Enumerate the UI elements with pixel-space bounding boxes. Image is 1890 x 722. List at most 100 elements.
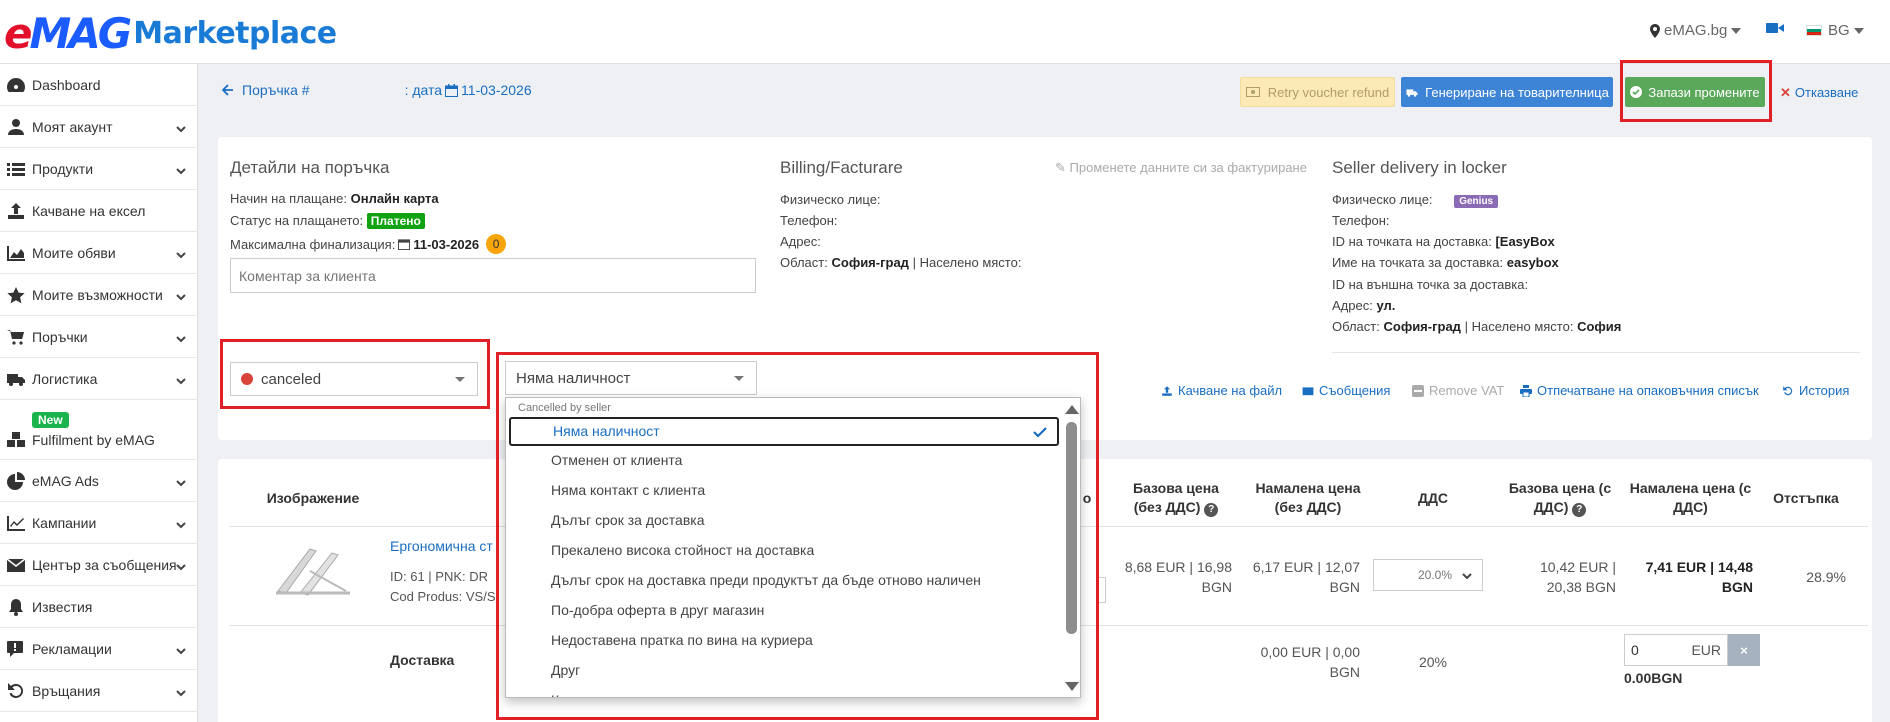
quantity-input-edge[interactable] <box>1098 577 1106 603</box>
upload-icon <box>1162 385 1172 396</box>
check-icon <box>1033 427 1047 438</box>
delivery-disc-price-excl: 0,00 EUR | 0,00 BGN <box>1260 644 1360 680</box>
history-link[interactable]: История <box>1782 383 1849 398</box>
dropdown-option[interactable]: По-добра оферта в друг магазин <box>509 596 1059 625</box>
order-date-value: 11-03-2026 <box>461 82 532 98</box>
col-discount: Отстъпка <box>1773 490 1839 506</box>
sidebar-item-label: Fulfilment by eMAG <box>32 431 155 448</box>
retry-voucher-refund-button[interactable]: Retry voucher refund <box>1240 77 1395 107</box>
sidebar-item-label: Качване на ексел <box>32 202 146 219</box>
cancel-reason-select[interactable]: Няма наличност <box>505 361 757 395</box>
minus-square-icon <box>1412 384 1424 397</box>
sidebar-item-notifications[interactable]: Известия <box>0 586 198 628</box>
sidebar-item-excel-upload[interactable]: Качване на ексел <box>0 190 198 232</box>
dropdown-option[interactable]: Клиентът промени решението си <box>509 686 1059 697</box>
sidebar-item-campaigns[interactable]: Кампании <box>0 502 198 544</box>
sidebar-item-label: Връщания <box>32 682 101 699</box>
dropdown-option[interactable]: Няма наличност <box>509 417 1059 446</box>
cancel-reason-dropdown[interactable]: Cancelled by seller Няма наличност Отмен… <box>505 397 1081 698</box>
order-status-select[interactable]: canceled <box>230 362 478 396</box>
language-selector[interactable]: BG <box>1806 22 1864 39</box>
chevron-down-icon <box>176 373 186 385</box>
caret-down-icon <box>1853 27 1864 34</box>
caret-down-icon <box>455 377 465 382</box>
col-base-price-incl: Базова цена (с ДДС) ? <box>1508 480 1612 517</box>
sidebar-item-message-center[interactable]: Център за съобщения <box>0 544 198 586</box>
emag-marketplace-logo[interactable]: eMAG Marketplace <box>4 6 337 56</box>
sidebar-item-my-opportunities[interactable]: Моите възможности <box>0 274 198 316</box>
dropdown-option[interactable]: Няма контакт с клиента <box>509 476 1059 505</box>
product-image[interactable] <box>270 541 358 601</box>
clear-delivery-price-button[interactable]: × <box>1728 634 1760 666</box>
delivery-title: Seller delivery in locker <box>1332 158 1507 177</box>
chevron-down-icon <box>176 559 186 571</box>
sidebar-item-dashboard[interactable]: Dashboard <box>0 64 198 106</box>
dropdown-option[interactable]: Дълъг срок за доставка <box>509 506 1059 535</box>
messages-link[interactable]: Съобщения <box>1302 383 1390 398</box>
arrow-left-icon[interactable] <box>222 84 234 96</box>
cart-icon <box>7 329 24 345</box>
dropdown-scrollbar-thumb[interactable] <box>1066 422 1077 634</box>
col-vat: ДДС <box>1417 490 1449 506</box>
sidebar-item-label: eMAG Ads <box>32 472 99 489</box>
change-billing-link[interactable]: ✎ Променете данните си за фактуриране <box>1055 160 1307 176</box>
pie-chart-icon <box>7 471 25 490</box>
col-image: Изображение <box>266 490 360 506</box>
save-changes-button[interactable]: Запази промените <box>1625 77 1765 107</box>
chevron-down-icon <box>176 685 186 697</box>
finalization-count-badge: 0 <box>486 234 507 254</box>
print-packing-list-link[interactable]: Отпечатване на опаковъчния списък <box>1520 383 1759 398</box>
question-circle-icon[interactable]: ? <box>1572 503 1587 517</box>
dropdown-option[interactable]: Прекалено висока стойност на доставка <box>509 536 1059 565</box>
area-chart-icon <box>7 245 25 261</box>
dropdown-option[interactable]: Недоставена пратка по вина на куриера <box>509 626 1059 655</box>
sidebar-item-products[interactable]: Продукти <box>0 148 198 190</box>
chevron-down-icon <box>1462 570 1472 584</box>
dropdown-option[interactable]: Отменен от клиента <box>509 446 1059 475</box>
disc-price-incl: 7,41 EUR | 14,48 BGN <box>1645 559 1753 595</box>
caret-down-icon <box>734 376 744 381</box>
delivery-region: Област: София-град | Населено място: Соф… <box>1332 319 1622 334</box>
billing-person: Физическо лице: <box>780 192 881 207</box>
video-call-button[interactable] <box>1766 22 1784 34</box>
scroll-down-arrow-icon[interactable] <box>1065 682 1079 691</box>
envelope-icon <box>6 557 26 572</box>
sidebar-item-my-listings[interactable]: Моите обяви <box>0 232 198 274</box>
order-number-link[interactable]: Поръчка # <box>242 82 310 98</box>
caret-down-icon <box>1731 27 1742 34</box>
payment-method: Начин на плащане: Онлайн карта <box>230 191 439 206</box>
base-price-incl: 10,42 EUR | 20,38 BGN <box>1539 559 1616 595</box>
sidebar-item-returns[interactable]: Връщания <box>0 670 198 712</box>
sidebar-item-complaints[interactable]: Рекламации <box>0 628 198 670</box>
star-icon <box>7 286 25 303</box>
remove-vat-link[interactable]: Remove VAT <box>1412 383 1504 398</box>
sidebar-item-fulfilment[interactable]: New Fulfilment by eMAG <box>0 400 198 460</box>
user-icon <box>8 118 24 135</box>
sidebar-item-logistics[interactable]: Логистика <box>0 358 198 400</box>
dropdown-option[interactable]: Дълъг срок на доставка преди продуктът д… <box>509 566 1059 595</box>
scroll-up-arrow-icon[interactable] <box>1065 405 1079 414</box>
sidebar: Dashboard Моят акаунт Продукти Качване н… <box>0 64 198 722</box>
sidebar-item-my-account[interactable]: Моят акаунт <box>0 106 198 148</box>
question-circle-icon[interactable]: ? <box>1204 503 1219 517</box>
sidebar-item-emag-ads[interactable]: eMAG Ads <box>0 460 198 502</box>
sidebar-item-orders[interactable]: Поръчки <box>0 316 198 358</box>
disc-price-excl: 6,17 EUR | 12,07 BGN <box>1252 559 1360 595</box>
chevron-down-icon <box>176 643 186 655</box>
sidebar-item-label: Моите възможности <box>32 286 163 303</box>
delivery-vat: 20% <box>1418 654 1448 670</box>
site-selector[interactable]: eMAG.bg <box>1650 22 1742 39</box>
order-header: Поръчка # : дата 11-03-2026 <box>222 82 532 98</box>
upload-file-link[interactable]: Качване на файл <box>1161 383 1282 398</box>
client-comment-input[interactable] <box>230 258 756 293</box>
generate-waybill-button[interactable]: Генериране на товарителница <box>1401 77 1613 107</box>
dropdown-option[interactable]: Друг <box>509 656 1059 685</box>
truck-icon <box>7 373 25 386</box>
cancel-link[interactable]: ✕ Отказване <box>1780 85 1858 101</box>
delivery-price-input[interactable]: 0 EUR <box>1624 634 1728 666</box>
paid-badge: Платено <box>366 213 425 229</box>
sidebar-item-label: Dashboard <box>32 76 101 93</box>
order-status-value: canceled <box>261 370 322 388</box>
vat-select[interactable]: 20.0% <box>1373 559 1483 591</box>
product-name-link[interactable]: Ергономична ст <box>390 538 493 554</box>
